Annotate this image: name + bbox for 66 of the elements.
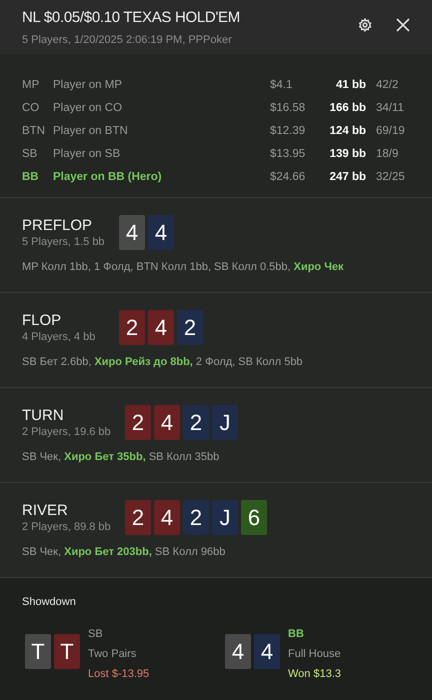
stack-amount: $16.58 xyxy=(270,100,306,116)
player-name: Player on CO xyxy=(53,100,124,116)
action-summary: SB Бет 2.6bb, Хиро Рейз до 8bb, 2 Фолд, SB Колл 5bb xyxy=(22,355,304,370)
playing-card: T xyxy=(54,634,80,668)
settings-icon[interactable] xyxy=(358,18,372,32)
stack-bb: 139 bb xyxy=(328,146,366,162)
window-title: NL $0.05/$0.10 TEXAS HOLD'EM xyxy=(22,8,240,28)
street-info: 2 Players, 19.6 bb xyxy=(22,425,112,439)
playing-card: 2 xyxy=(125,405,151,440)
hand-result: Lost $-13.95 xyxy=(88,666,150,682)
stack-bb: 247 bb xyxy=(328,170,366,185)
stack-bb: 166 bb xyxy=(328,100,366,116)
street-name: FLOP xyxy=(22,312,62,330)
playing-card: 4 xyxy=(154,500,180,535)
player-stats: 18/9 xyxy=(375,146,400,162)
hand-rank: Two Pairs xyxy=(88,646,138,662)
player-stats: 42/2 xyxy=(375,78,400,93)
hand-result: Won $13.3 xyxy=(288,666,342,682)
player-position: BB xyxy=(288,626,305,642)
street-info: 5 Players, 1.5 bb xyxy=(22,235,106,249)
action-summary: SB Чек, Хиро Бет 35bb, SB Колл 35bb xyxy=(22,450,220,465)
stack-amount: $4.1 xyxy=(270,78,294,93)
playing-card: 4 xyxy=(148,215,174,250)
player-name: Player on BB (Hero) xyxy=(53,170,163,185)
player-position: BB xyxy=(22,170,40,185)
playing-card: J xyxy=(212,500,238,535)
street-name: TURN xyxy=(22,407,65,425)
playing-card: 2 xyxy=(125,500,151,535)
close-icon[interactable] xyxy=(396,18,410,32)
playing-card: 4 xyxy=(119,215,145,250)
playing-card: 4 xyxy=(254,634,280,668)
player-name: Player on MP xyxy=(53,78,124,93)
playing-card: 2 xyxy=(177,310,203,345)
playing-card: 4 xyxy=(148,310,174,345)
player-position: MP xyxy=(22,78,40,93)
playing-card: 2 xyxy=(183,405,209,440)
playing-card: 2 xyxy=(119,310,145,345)
action-summary: MP Колл 1bb, 1 Фолд, BTN Колл 1bb, SB Колл 0.5bb, Хиро Чек xyxy=(22,260,345,275)
player-position: BTN xyxy=(22,124,46,139)
playing-card: 2 xyxy=(183,500,209,535)
playing-card: 4 xyxy=(225,634,251,668)
street-name: PREFLOP xyxy=(22,217,94,235)
playing-card: T xyxy=(25,634,51,668)
player-position: CO xyxy=(22,100,40,116)
playing-card: 4 xyxy=(154,405,180,440)
player-position: SB xyxy=(22,146,38,162)
playing-card: 6 xyxy=(241,500,267,535)
hand-subtitle: 5 Players, 1/20/2025 2:06:19 PM, PPPoker xyxy=(22,33,233,48)
player-stats: 32/25 xyxy=(375,170,406,185)
showdown-title: Showdown xyxy=(22,595,77,610)
street-info: 2 Players, 89.8 bb xyxy=(22,520,112,534)
player-name: Player on SB xyxy=(53,146,122,162)
stack-bb: 124 bb xyxy=(328,124,366,139)
stack-amount: $24.66 xyxy=(270,170,306,185)
player-name: Player on BTN xyxy=(53,124,129,139)
playing-card: J xyxy=(212,405,238,440)
stack-amount: $12.39 xyxy=(270,124,306,139)
stack-amount: $13.95 xyxy=(270,146,306,162)
stack-bb: 41 bb xyxy=(334,78,366,93)
player-position: SB xyxy=(88,626,104,642)
player-stats: 69/19 xyxy=(375,124,406,139)
street-name: RIVER xyxy=(22,502,69,520)
hand-rank: Full House xyxy=(288,646,342,662)
street-info: 4 Players, 4 bb xyxy=(22,330,96,344)
player-stats: 34/11 xyxy=(375,100,405,116)
action-summary: SB Чек, Хиро Бет 203bb, SB Колл 96bb xyxy=(22,545,226,560)
